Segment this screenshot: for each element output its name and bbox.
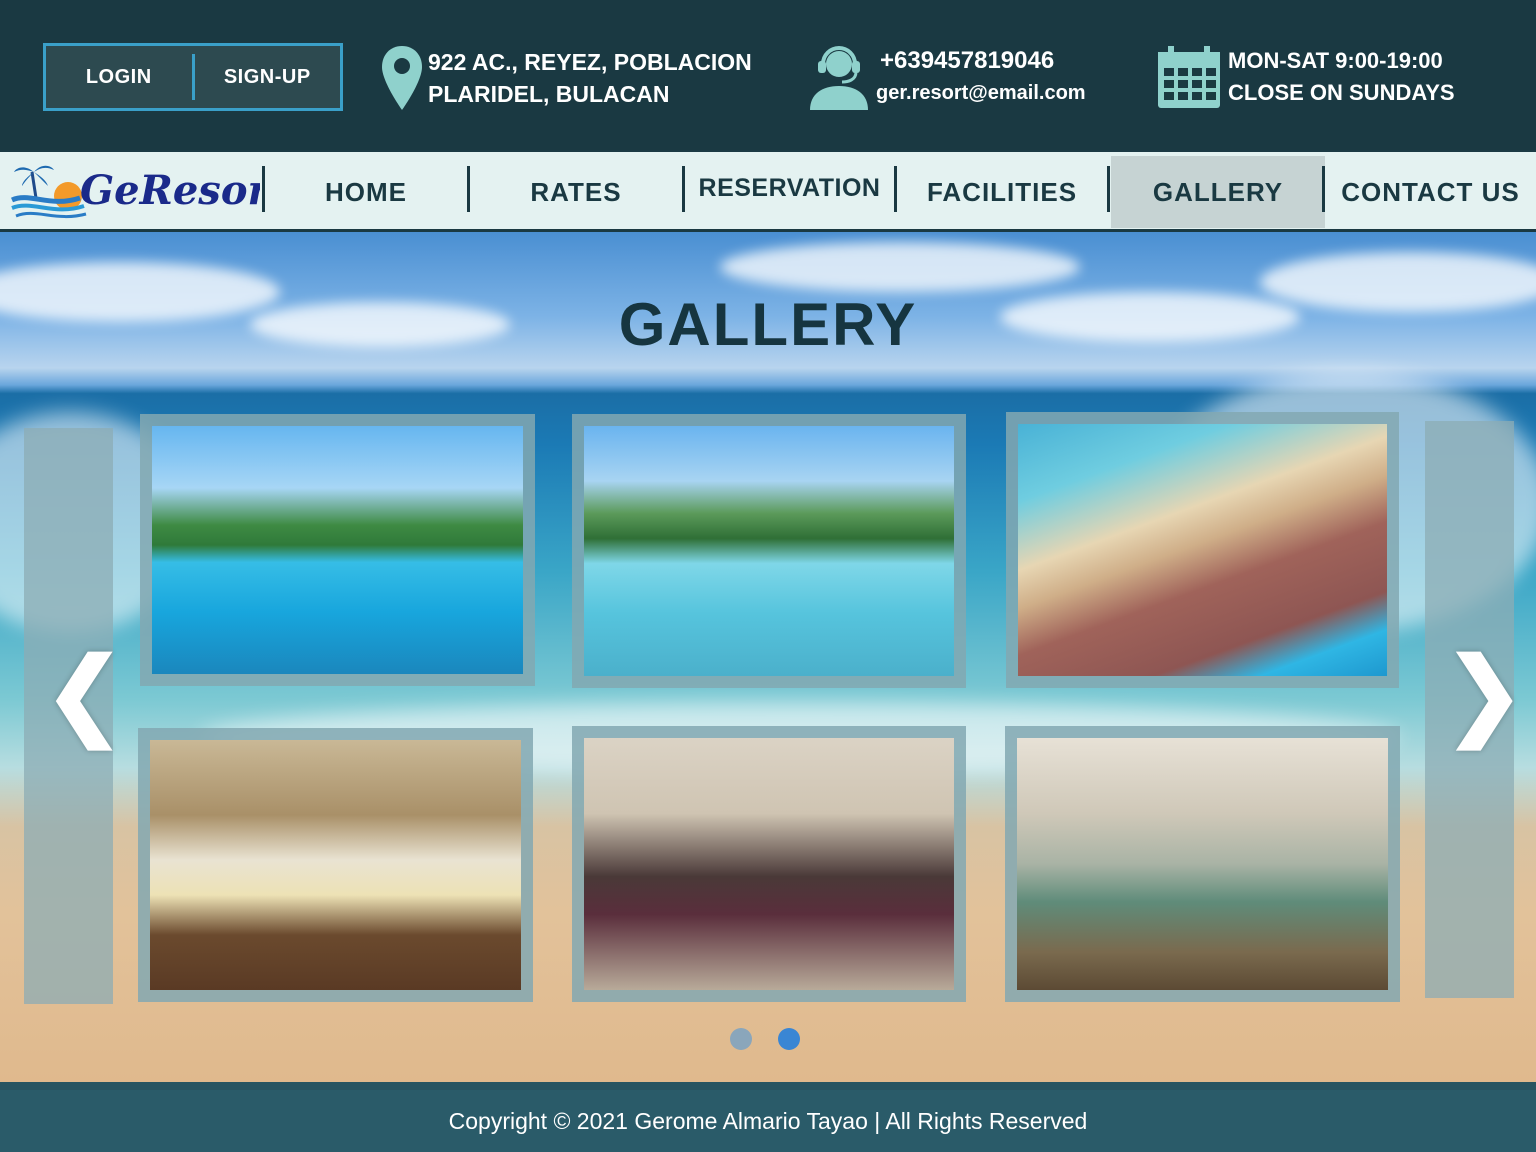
address-line-1: 922 AC., REYEZ, POBLACION [428,49,752,75]
gallery-image-purple-bed-room[interactable] [572,726,966,1002]
location-pin-icon [382,46,422,110]
nav-divider [1107,166,1110,212]
brand-name: GeResort [80,167,260,214]
carousel-dot-1[interactable] [730,1028,752,1050]
cloud [720,242,1080,292]
nav-rates[interactable]: RATES [470,156,682,228]
support-headset-icon [810,46,868,110]
address-info: 922 AC., REYEZ, POBLACION PLARIDEL, BULA… [380,44,752,112]
nav-facilities[interactable]: FACILITIES [897,156,1107,228]
gallery-section: GALLERY ❮ ❯ [0,232,1536,1082]
phone-number: +639457819046 [880,47,1055,74]
photo [584,426,954,676]
page-title: GALLERY [618,291,918,358]
nav-contact-us[interactable]: CONTACT US [1325,156,1536,228]
chevron-left-icon[interactable]: ❮ [44,646,124,742]
photo [584,738,954,990]
login-button[interactable]: LOGIN [46,46,192,108]
gallery-image-pool-beachfront[interactable] [140,414,535,686]
nav-gallery[interactable]: GALLERY [1111,156,1325,228]
photo [152,426,523,674]
hours-line-2: CLOSE ON SUNDAYS [1228,80,1455,105]
carousel-pagination [730,1028,800,1050]
palm-tree-icon [14,165,54,199]
auth-buttons: LOGIN SIGN-UP [43,43,343,111]
top-info-bar: LOGIN SIGN-UP 922 AC., REYEZ, POBLACION … [0,0,1536,150]
photo [1018,424,1387,676]
photo [150,740,521,990]
gallery-image-four-poster-room[interactable] [138,728,533,1002]
signup-button[interactable]: SIGN-UP [195,46,341,108]
gallery-image-pool-lounge[interactable] [572,414,966,688]
main-nav: GeResort HOME RATES RESERVATION FACILITI… [0,152,1536,232]
hours-info: MON-SAT 9:00-19:00 CLOSE ON SUNDAYS [1156,44,1455,110]
hours-line-1: MON-SAT 9:00-19:00 [1228,48,1443,73]
calendar-icon [1158,46,1220,108]
address-line-2: PLARIDEL, BULACAN [428,81,670,107]
email-address: ger.resort@email.com [876,82,1086,104]
gallery-image-beach-deck[interactable] [1006,412,1399,688]
gallery-image-green-bed-room[interactable] [1005,726,1400,1002]
brand-logo[interactable]: GeResort [10,158,260,224]
phone-info: +639457819046 ger.resort@email.com [808,42,1086,112]
nav-divider [262,166,265,212]
nav-reservation[interactable]: RESERVATION [685,152,894,224]
footer: Copyright © 2021 Gerome Almario Tayao | … [0,1082,1536,1152]
photo [1017,738,1388,990]
copyright-text: Copyright © 2021 Gerome Almario Tayao | … [448,1107,1088,1134]
chevron-right-icon[interactable]: ❯ [1444,646,1524,742]
nav-home[interactable]: HOME [266,156,466,228]
carousel-dot-2-active[interactable] [778,1028,800,1050]
